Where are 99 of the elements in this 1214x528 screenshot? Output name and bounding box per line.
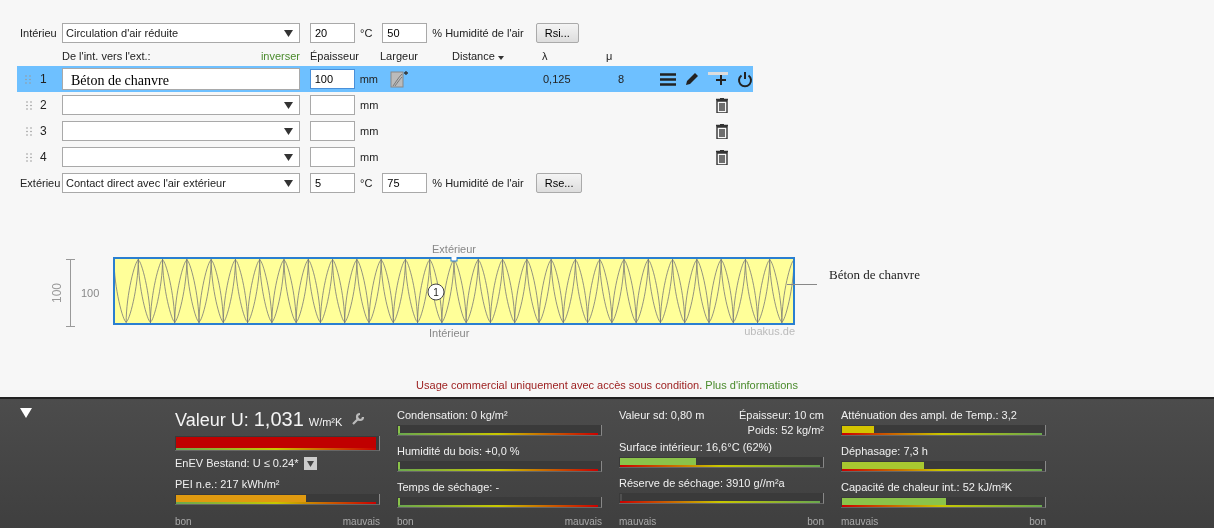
condition-select[interactable]: Contact direct avec l'air extérieur bbox=[62, 173, 300, 193]
result-label: Condensation: 0 kg/m² bbox=[397, 408, 509, 423]
temperature-field[interactable]: 20 bbox=[310, 23, 355, 43]
scale-label: mauvais bbox=[564, 516, 602, 527]
unit-label: mm bbox=[360, 151, 379, 163]
thickness-field[interactable]: 100 bbox=[309, 69, 355, 89]
result-label: Réserve de séchage: 3910 g//m²a bbox=[619, 476, 786, 491]
u-value: 1,031 bbox=[253, 408, 304, 431]
material-select[interactable] bbox=[62, 95, 300, 115]
temperature-field[interactable]: 5 bbox=[310, 173, 355, 193]
drag-handle-icon[interactable] bbox=[25, 74, 32, 84]
layer-number: 4 bbox=[40, 150, 48, 164]
thickness-field[interactable] bbox=[310, 95, 355, 115]
unit-label: °C bbox=[360, 177, 373, 189]
info-link[interactable]: Plus d'informations bbox=[705, 379, 798, 392]
scale-label: mauvais bbox=[841, 516, 879, 527]
layer-number: 2 bbox=[40, 98, 48, 112]
scale-label: bon bbox=[175, 516, 192, 527]
caret-icon bbox=[284, 153, 293, 161]
drag-handle-icon[interactable] bbox=[25, 100, 32, 110]
power-icon[interactable] bbox=[737, 70, 753, 88]
mu-value: 8 bbox=[618, 73, 626, 85]
notice-text: Usage commercial uniquement avec accès sous condition. bbox=[416, 379, 703, 392]
scale-label: bon bbox=[807, 516, 824, 527]
unit-label: mm bbox=[360, 99, 379, 111]
scale-label: bon bbox=[397, 516, 414, 527]
interior-label: Intérieu bbox=[19, 27, 58, 39]
result-label: Capacité de chaleur int.: 52 kJ/m²K bbox=[841, 480, 1014, 495]
humidity-label: % Humidité de l'air bbox=[432, 177, 524, 189]
drag-handle-icon[interactable] bbox=[25, 152, 32, 162]
column-header: μ bbox=[606, 50, 614, 62]
insert-layer-icon[interactable] bbox=[708, 72, 728, 86]
scale-label: mauvais bbox=[342, 516, 380, 527]
caret-icon bbox=[497, 56, 504, 60]
trash-icon[interactable] bbox=[716, 149, 729, 165]
resistance-button[interactable]: Rse... bbox=[535, 173, 583, 193]
column-header[interactable]: Distance bbox=[452, 50, 542, 62]
material-field[interactable]: Béton de chanvre bbox=[61, 68, 300, 90]
caret-icon bbox=[284, 179, 293, 187]
reverse-link[interactable]: inverser bbox=[260, 50, 300, 62]
thickness-field[interactable] bbox=[310, 147, 355, 167]
dropdown-icon[interactable] bbox=[304, 457, 318, 470]
lambda-value: 0,125 bbox=[543, 73, 572, 85]
column-header: λ bbox=[542, 50, 549, 62]
layer-row[interactable]: 2 mm bbox=[17, 92, 753, 118]
condition-select[interactable]: Circulation d'air réduite bbox=[62, 23, 300, 43]
result-label: Humidité du bois: +0,0 % bbox=[397, 444, 521, 459]
hatch-icon[interactable] bbox=[390, 70, 408, 88]
result-label: PEI n.e.: 217 kWh/m² bbox=[175, 477, 281, 492]
unit-label: mm bbox=[360, 125, 379, 137]
column-header: Largeur bbox=[380, 50, 419, 62]
menu-icon[interactable] bbox=[660, 72, 676, 86]
unit-label: mm bbox=[359, 73, 378, 85]
layer-number: 1 bbox=[39, 72, 48, 86]
result-label: Déphasage: 7,3 h bbox=[841, 444, 929, 459]
insulation-layer-drawing[interactable]: 1 bbox=[113, 257, 795, 325]
result-label: Surface intérieur: 16,6°C (62%) bbox=[619, 440, 773, 455]
credit-text: ubakus.de bbox=[744, 325, 795, 339]
layer-row[interactable]: 3 mm bbox=[17, 118, 753, 144]
u-value-label: Valeur U: bbox=[175, 410, 249, 431]
trash-icon[interactable] bbox=[716, 123, 729, 139]
standard-label: EnEV Bestand: U ≤ 0.24* bbox=[175, 456, 299, 471]
dimension-label: 100 bbox=[50, 283, 64, 303]
material-select[interactable] bbox=[62, 147, 300, 167]
humidity-label: % Humidité de l'air bbox=[432, 27, 524, 39]
direction-label: De l'int. vers l'ext.: bbox=[62, 50, 152, 62]
wrench-icon[interactable] bbox=[351, 412, 366, 426]
scale-label: mauvais bbox=[619, 516, 657, 527]
callout-label: Béton de chanvre bbox=[829, 266, 920, 283]
pencil-icon[interactable] bbox=[685, 72, 699, 86]
caret-icon bbox=[284, 101, 293, 109]
u-value-unit: W/m²K bbox=[308, 416, 343, 428]
humidity-field[interactable]: 50 bbox=[382, 23, 428, 43]
result-label: Valeur sd: 0,80 m bbox=[619, 408, 705, 423]
layer-number: 3 bbox=[40, 124, 48, 138]
result-label: Temps de séchage: - bbox=[397, 480, 501, 495]
layer-row[interactable]: 1 Béton de chanvre 100 mm 0,125 8 bbox=[17, 66, 753, 92]
drag-handle-icon[interactable] bbox=[25, 126, 32, 136]
dimension-value: 100 bbox=[81, 287, 100, 299]
exterior-label: Extérieu bbox=[19, 177, 62, 189]
column-header: Épaisseur bbox=[310, 50, 360, 62]
exterior-label: Extérieur bbox=[432, 242, 476, 257]
caret-icon bbox=[284, 127, 293, 135]
material-select[interactable] bbox=[62, 121, 300, 141]
leader-line bbox=[787, 283, 817, 286]
collapse-triangle-icon[interactable] bbox=[20, 408, 32, 418]
result-note: Épaisseur: 10 cm bbox=[739, 408, 824, 423]
resistance-button[interactable]: Rsi... bbox=[535, 23, 579, 43]
interior-label: Intérieur bbox=[429, 326, 470, 341]
layer-row[interactable]: 4 mm bbox=[17, 144, 753, 170]
unit-label: °C bbox=[360, 27, 373, 39]
trash-icon[interactable] bbox=[716, 97, 729, 113]
dimension-line bbox=[66, 259, 75, 327]
scale-label: bon bbox=[1029, 516, 1046, 527]
humidity-field[interactable]: 75 bbox=[382, 173, 428, 193]
result-label: Atténuation des ampl. de Temp.: 3,2 bbox=[841, 408, 1018, 423]
thickness-field[interactable] bbox=[310, 121, 355, 141]
result-note: Poids: 52 kg/m² bbox=[747, 423, 824, 438]
caret-icon bbox=[284, 29, 293, 37]
